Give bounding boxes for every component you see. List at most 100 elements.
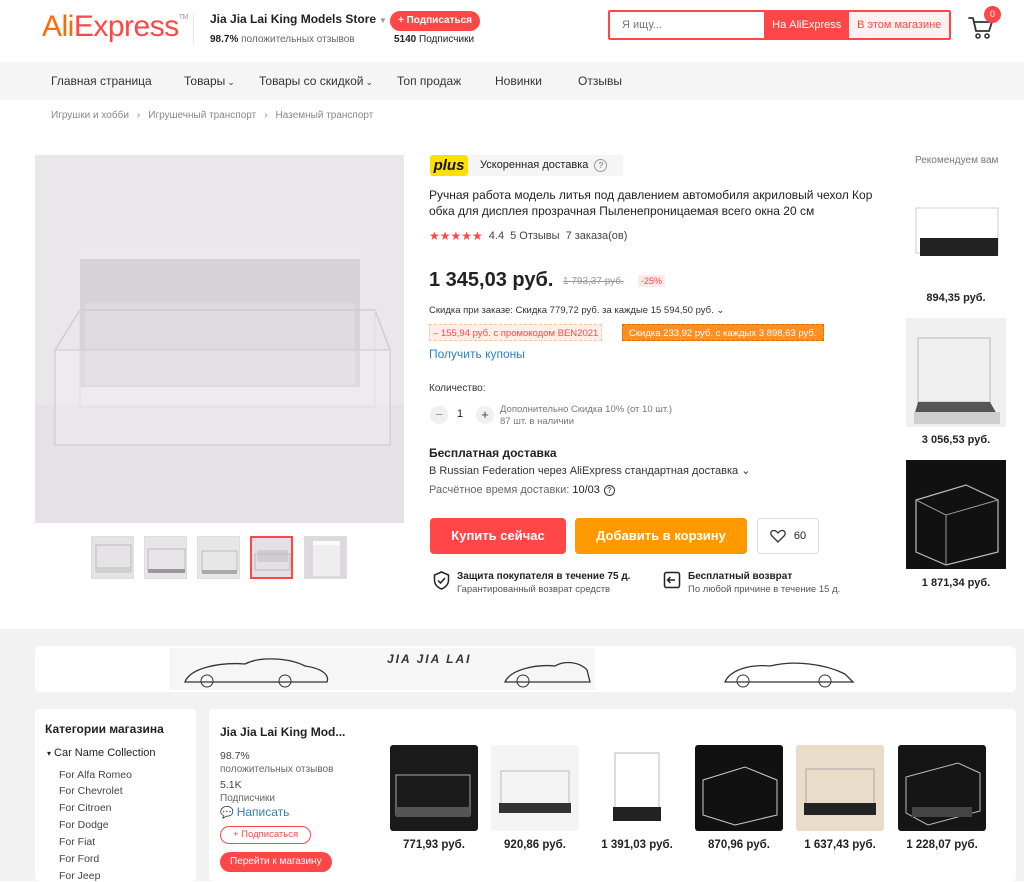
- breadcrumb-item[interactable]: Игрушечный транспорт: [148, 110, 256, 121]
- star-rating-icon: ★★★★★: [429, 229, 483, 243]
- category-item[interactable]: For Dodge: [59, 819, 109, 831]
- quantity-info: Дополнительно Скидка 10% (от 10 шт.) 87 ш…: [500, 404, 672, 428]
- store-panel-rating: 98.7%: [220, 750, 250, 762]
- buy-now-button[interactable]: Купить сейчас: [430, 518, 566, 554]
- store-panel-name[interactable]: Jia Jia Lai King Mod...: [220, 725, 345, 739]
- order-discount[interactable]: Скидка при заказе: Скидка 779,72 руб. за…: [429, 305, 724, 316]
- quantity-value[interactable]: 1: [457, 408, 463, 420]
- store-product-image[interactable]: [695, 745, 783, 831]
- return-desc: По любой причине в течение 15 д.: [688, 584, 841, 595]
- aliexpress-logo[interactable]: AliExpressTM: [42, 10, 188, 44]
- search-input[interactable]: [610, 12, 764, 38]
- nav-new[interactable]: Новинки: [495, 74, 542, 88]
- search-store-button[interactable]: В этом магазине: [849, 12, 949, 38]
- store-product-price[interactable]: 771,93 руб.: [390, 839, 478, 851]
- store-product-image[interactable]: [390, 745, 478, 831]
- nav-top-sales[interactable]: Топ продаж: [397, 74, 461, 88]
- quantity-increase-button[interactable]: +: [476, 406, 494, 424]
- search-bar: На AliExpress В этом магазине: [608, 10, 951, 40]
- current-price: 1 345,03 руб.: [429, 269, 554, 291]
- delivery-label: Расчётное время доставки:: [429, 484, 570, 496]
- acrylic-case-image: [35, 155, 404, 523]
- category-item[interactable]: For Jeep: [59, 870, 100, 882]
- nav-top-sales-label: Топ продаж: [397, 74, 462, 88]
- thumbnail[interactable]: [144, 536, 187, 579]
- delivery-time: Расчётное время доставки: 10/03?: [429, 484, 615, 496]
- store-panel-subscribe-button[interactable]: + Подписаться: [220, 826, 312, 844]
- add-to-cart-button[interactable]: Добавить в корзину: [575, 518, 747, 554]
- recommend-item-image[interactable]: [906, 176, 1006, 285]
- store-name[interactable]: Jia Jia Lai King Models Store ▼: [210, 12, 387, 26]
- shipping-method[interactable]: В Russian Federation через AliExpress ст…: [429, 464, 750, 477]
- category-item[interactable]: For Alfa Romeo: [59, 769, 132, 781]
- promo-code-tag[interactable]: – 155,94 руб. с промокодом BEN2021: [429, 324, 603, 341]
- store-product-image[interactable]: [796, 745, 884, 831]
- protection-desc: Гарантированный возврат средств: [457, 584, 611, 595]
- acrylic-case-image: [906, 318, 1006, 427]
- goto-store-button[interactable]: Перейти к магазину: [220, 852, 332, 872]
- store-product-image[interactable]: [593, 745, 681, 831]
- reviews-link[interactable]: 5 Отзывы: [510, 230, 559, 242]
- store-product-price[interactable]: 1 391,03 руб.: [593, 839, 681, 851]
- store-banner[interactable]: JIA JIA LAI: [35, 646, 1016, 692]
- recommend-item-image[interactable]: [906, 460, 1006, 569]
- breadcrumb-item[interactable]: Игрушки и хобби: [51, 110, 129, 121]
- help-icon[interactable]: ?: [594, 159, 608, 172]
- original-price: 1 793,37 руб.: [563, 276, 624, 287]
- nav-reviews[interactable]: Отзывы: [578, 74, 622, 88]
- breadcrumb: Игрушки и хобби › Игрушечный транспорт › Наз…: [51, 110, 373, 121]
- message-link[interactable]: 💬 Написать: [220, 805, 289, 819]
- store-product-price[interactable]: 1 637,43 руб.: [796, 839, 884, 851]
- store-product-price[interactable]: 1 228,07 руб.: [898, 839, 986, 851]
- store-discount-tag[interactable]: Скидка 233,92 руб. с каждых 3 898,63 руб…: [622, 324, 824, 341]
- recommend-item-price[interactable]: 1 871,34 руб.: [906, 577, 1006, 589]
- plus-badge: plus: [430, 155, 468, 176]
- store-panel-subs: 5.1K: [220, 779, 242, 791]
- banner-text: JIA JIA LAI: [387, 652, 472, 666]
- shipping-title: Бесплатная доставка: [429, 446, 557, 460]
- discount-badge: -25%: [638, 275, 666, 287]
- thumbnail-image: [305, 537, 346, 578]
- acrylic-case-image: [695, 745, 783, 831]
- store-rating-label: положительных отзывов: [241, 34, 355, 45]
- category-group[interactable]: ▾ Car Name Collection: [47, 747, 156, 759]
- store-product-price[interactable]: 920,86 руб.: [491, 839, 579, 851]
- help-icon[interactable]: ?: [603, 485, 615, 496]
- breadcrumb-item[interactable]: Наземный транспорт: [276, 110, 374, 121]
- category-item[interactable]: For Chevrolet: [59, 785, 123, 797]
- logo-part-ali: Ali: [42, 10, 74, 43]
- store-product-price[interactable]: 870,96 руб.: [695, 839, 783, 851]
- thumbnail[interactable]: [91, 536, 134, 579]
- nav-home[interactable]: Главная страница: [51, 74, 152, 88]
- thumbnail-selected[interactable]: [250, 536, 293, 579]
- category-group-label: Car Name Collection: [54, 747, 156, 759]
- product-title: Ручная работа модель литья под давлением…: [429, 188, 873, 218]
- get-coupons-link[interactable]: Получить купоны: [429, 347, 525, 361]
- recommend-item-price[interactable]: 894,35 руб.: [906, 292, 1006, 304]
- store-product-image[interactable]: [898, 745, 986, 831]
- nav-products-label: Товары: [184, 74, 226, 88]
- thumbnail[interactable]: [197, 536, 240, 579]
- categories-title: Категории магазина: [45, 722, 164, 736]
- chevron-down-icon: ⌄: [227, 77, 235, 87]
- subscribe-button[interactable]: + Подписаться: [390, 11, 481, 31]
- chevron-down-icon: ⌄: [365, 77, 374, 87]
- store-product-image[interactable]: [491, 745, 579, 831]
- category-item[interactable]: For Citroen: [59, 802, 112, 814]
- thumbnail[interactable]: [304, 536, 347, 579]
- recommend-item-image[interactable]: [906, 318, 1006, 427]
- category-item[interactable]: For Fiat: [59, 836, 95, 848]
- quantity-decrease-button[interactable]: −: [430, 406, 448, 424]
- acrylic-case-image: [390, 745, 478, 831]
- nav-sale[interactable]: Товары со скидкой ⌄: [259, 74, 373, 88]
- main-product-image[interactable]: [35, 155, 404, 523]
- recommend-item-price[interactable]: 3 056,53 руб.: [906, 434, 1006, 446]
- wishlist-button[interactable]: 60: [757, 518, 819, 554]
- thumbnail-image: [252, 538, 291, 577]
- search-aliexpress-button[interactable]: На AliExpress: [764, 12, 850, 38]
- thumbnail-image: [198, 537, 239, 578]
- subscribers-value: 5140: [394, 34, 417, 45]
- category-item[interactable]: For Ford: [59, 853, 99, 865]
- chevron-right-icon: ›: [136, 110, 141, 121]
- nav-products[interactable]: Товары ⌄: [184, 74, 235, 88]
